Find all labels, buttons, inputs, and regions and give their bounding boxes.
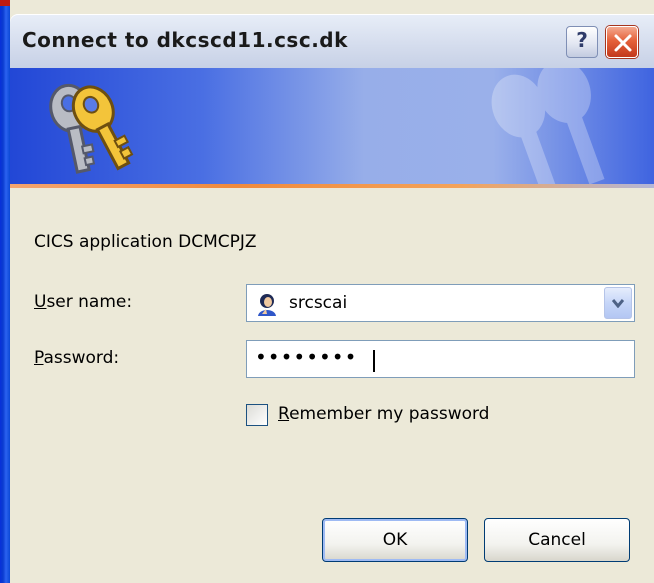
username-value: srcscai: [289, 293, 348, 313]
application-label: CICS application DCMCPJZ: [34, 232, 257, 252]
banner-keys-watermark: [491, 68, 605, 188]
banner: [10, 68, 654, 188]
help-button[interactable]: ?: [566, 26, 598, 58]
user-icon: [258, 294, 276, 316]
username-label: User name:: [34, 292, 133, 312]
cancel-button[interactable]: Cancel: [484, 518, 630, 562]
username-dropdown-button[interactable]: [604, 287, 632, 319]
window-title: Connect to dkcscd11.csc.dk: [22, 28, 348, 52]
remember-password-label[interactable]: Remember my password: [278, 404, 489, 424]
title-bar[interactable]: Connect to dkcscd11.csc.dk ?: [10, 14, 654, 68]
help-icon: ?: [576, 28, 588, 52]
window-corner: [0, 0, 10, 6]
close-icon: [614, 34, 632, 52]
keys-icon: [49, 83, 134, 174]
text-caret: [373, 350, 375, 372]
connect-dialog: Connect to dkcscd11.csc.dk ? CICS applic…: [0, 0, 654, 583]
chevron-down-icon: [612, 299, 624, 308]
window-frame-left: [0, 0, 10, 583]
remember-password-checkbox[interactable]: [246, 404, 268, 426]
password-field[interactable]: ••••••••: [246, 340, 635, 378]
dialog-body: CICS application DCMCPJZ User name: srcs…: [10, 188, 654, 583]
password-value: ••••••••: [255, 345, 358, 369]
close-button[interactable]: [606, 26, 638, 58]
password-label: Password:: [34, 348, 120, 368]
username-combobox[interactable]: srcscai: [246, 284, 635, 322]
ok-button[interactable]: OK: [322, 518, 468, 562]
